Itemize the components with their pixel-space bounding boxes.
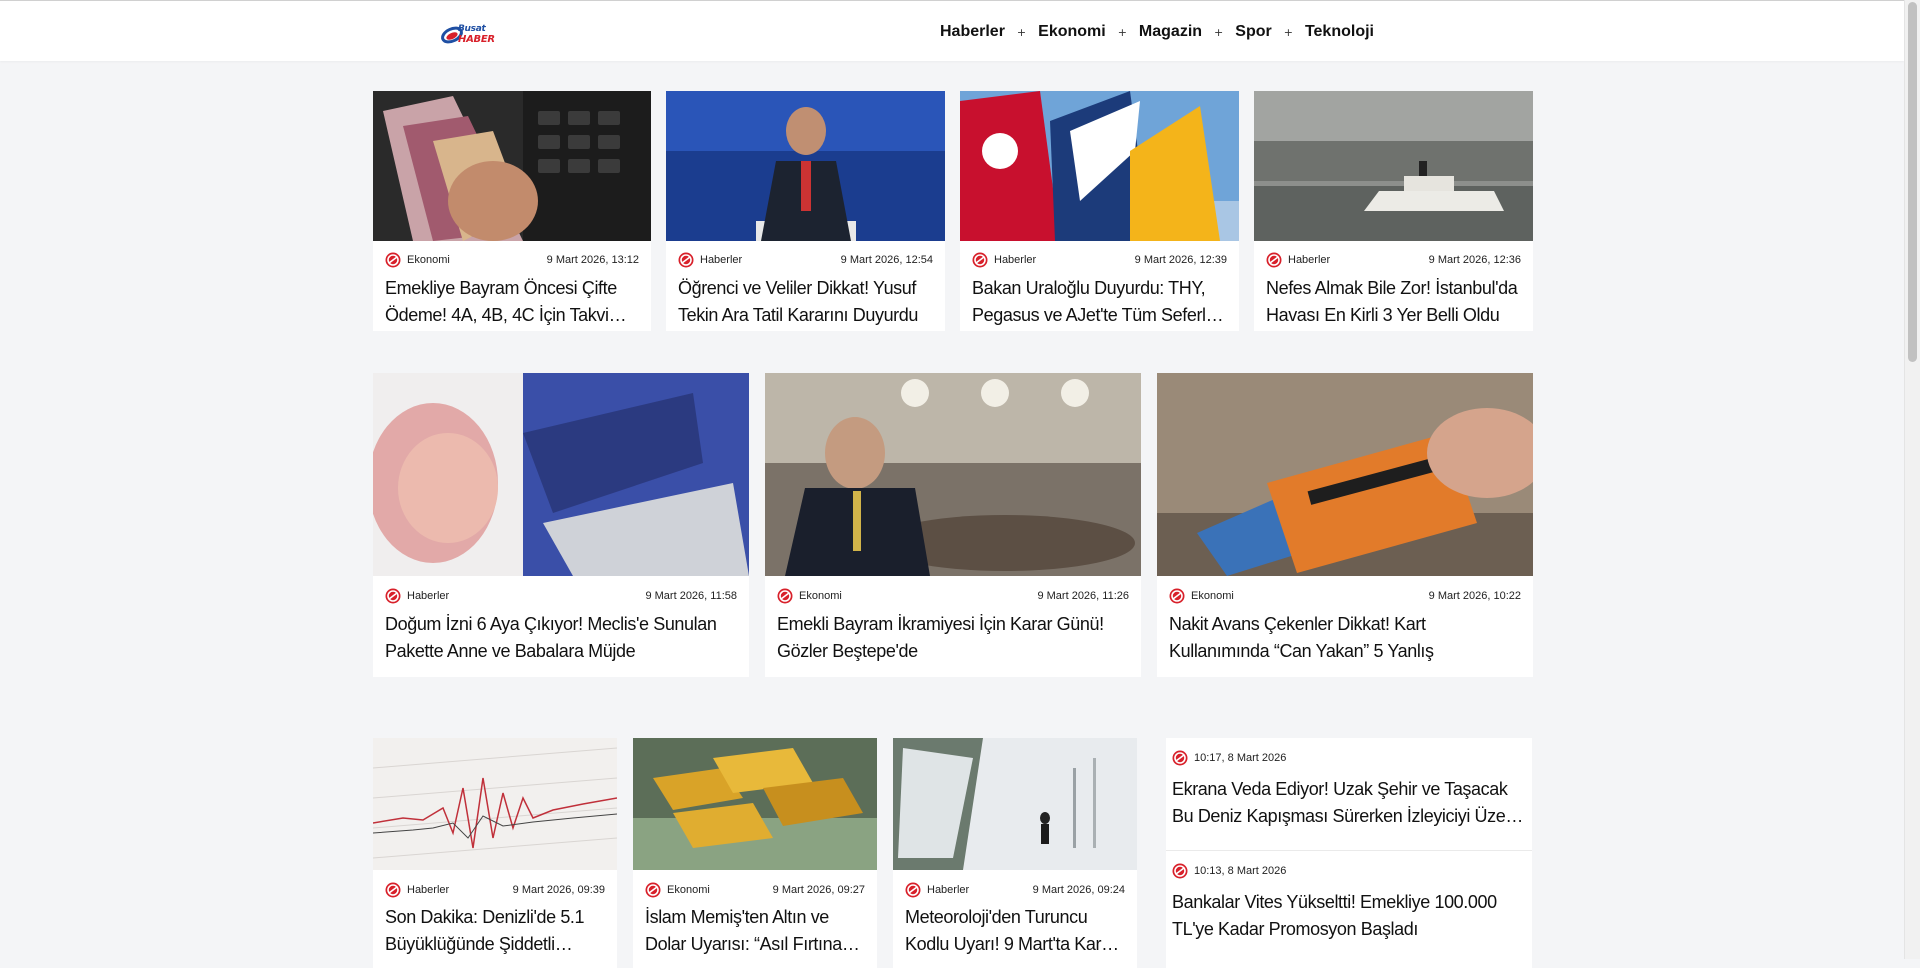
main-nav: Haberler + Ekonomi + Magazin + Spor + Te… xyxy=(940,21,1374,43)
nav-item-magazin[interactable]: Magazin xyxy=(1139,23,1202,41)
latest-news-list: 10:17, 8 Mart 2026 Ekrana Veda Ediyor! U… xyxy=(1166,738,1532,968)
card-date: 9 Mart 2026, 13:12 xyxy=(546,254,639,266)
news-card[interactable]: Ekonomi 9 Mart 2026, 13:12 Emekliye Bayr… xyxy=(373,91,651,331)
nav-separator: + xyxy=(1016,25,1027,39)
card-category: Ekonomi xyxy=(667,884,710,896)
card-category: Ekonomi xyxy=(799,590,842,602)
category-logo-icon xyxy=(777,588,793,604)
category-logo-icon xyxy=(1169,588,1185,604)
list-item-title[interactable]: Ekrana Veda Ediyor! Uzak Şehir ve Taşaca… xyxy=(1172,776,1524,830)
card-category: Haberler xyxy=(927,884,970,896)
list-item-title[interactable]: Bankalar Vites Yükseltti! Emekliye 100.0… xyxy=(1172,889,1524,943)
scrollbar-thumb[interactable] xyxy=(1908,2,1917,362)
news-card[interactable]: Ekonomi 9 Mart 2026, 10:22 Nakit Avans Ç… xyxy=(1157,373,1533,677)
card-title[interactable]: Son Dakika: Denizli'de 5.1 Büyüklüğünde … xyxy=(385,904,605,958)
card-title[interactable]: Doğum İzni 6 Aya Çıkıyor! Meclis'e Sunul… xyxy=(385,611,737,665)
card-title[interactable]: Bakan Uraloğlu Duyurdu: THY, Pegasus ve … xyxy=(972,275,1227,329)
nav-separator: + xyxy=(1117,25,1127,39)
list-item-date: 10:13, 8 Mart 2026 xyxy=(1194,865,1287,877)
minister-podium-photo xyxy=(666,91,945,241)
card-meta: Ekonomi 9 Mart 2026, 13:12 xyxy=(385,251,639,269)
list-item[interactable]: 10:13, 8 Mart 2026 Bankalar Vites Yüksel… xyxy=(1166,851,1532,968)
card-meta: Ekonomi 9 Mart 2026, 10:22 xyxy=(1169,587,1521,605)
category-logo-icon xyxy=(385,882,401,898)
site-logo[interactable]: Busat HABER xyxy=(428,7,518,61)
news-card[interactable]: Haberler 9 Mart 2026, 12:54 Öğrenci ve V… xyxy=(666,91,945,331)
snowy-forest-photo xyxy=(893,738,1137,870)
logo-text-bottom: HABER xyxy=(458,34,495,45)
card-meta: Ekonomi 9 Mart 2026, 09:27 xyxy=(645,881,865,899)
nav-separator: + xyxy=(1214,25,1224,39)
cabinet-meeting-photo xyxy=(765,373,1141,576)
card-category: Haberler xyxy=(700,254,743,266)
nav-item-ekonomi[interactable]: Ekonomi xyxy=(1038,23,1106,41)
category-logo-icon xyxy=(645,882,661,898)
news-card[interactable]: Haberler 9 Mart 2026, 11:58 Doğum İzni 6… xyxy=(373,373,749,677)
card-date: 9 Mart 2026, 11:26 xyxy=(1037,590,1129,602)
card-category: Haberler xyxy=(407,884,450,896)
news-card[interactable]: Ekonomi 9 Mart 2026, 11:26 Emekli Bayram… xyxy=(765,373,1141,677)
news-card[interactable]: Haberler 9 Mart 2026, 09:24 Meteoroloji'… xyxy=(893,738,1137,968)
news-card[interactable]: Ekonomi 9 Mart 2026, 09:27 İslam Memiş't… xyxy=(633,738,877,968)
card-title[interactable]: İslam Memiş'ten Altın ve Dolar Uyarısı: … xyxy=(645,904,865,958)
card-date: 9 Mart 2026, 11:58 xyxy=(645,590,737,602)
category-logo-icon xyxy=(905,882,921,898)
card-meta: Haberler 9 Mart 2026, 09:24 xyxy=(905,881,1125,899)
card-title[interactable]: Emekli Bayram İkramiyesi İçin Karar Günü… xyxy=(777,611,1129,665)
nav-item-teknoloji[interactable]: Teknoloji xyxy=(1305,23,1374,41)
logo-text-top: Busat xyxy=(458,24,486,34)
news-card[interactable]: Haberler 9 Mart 2026, 12:39 Bakan Uraloğ… xyxy=(960,91,1239,331)
gold-bars-photo xyxy=(633,738,877,870)
card-title[interactable]: Nakit Avans Çekenler Dikkat! Kart Kullan… xyxy=(1169,611,1521,665)
card-meta: Haberler 9 Mart 2026, 12:54 xyxy=(678,251,933,269)
category-logo-icon xyxy=(972,252,988,268)
card-meta: Haberler 9 Mart 2026, 09:39 xyxy=(385,881,605,899)
pregnant-calculator-photo xyxy=(373,373,749,576)
card-category: Haberler xyxy=(1288,254,1331,266)
category-logo-icon xyxy=(1266,252,1282,268)
card-meta: Ekonomi 9 Mart 2026, 11:26 xyxy=(777,587,1129,605)
airline-tails-photo xyxy=(960,91,1239,241)
card-date: 9 Mart 2026, 09:27 xyxy=(772,884,865,896)
category-logo-icon xyxy=(385,252,401,268)
card-title[interactable]: Emekliye Bayram Öncesi Çifte Ödeme! 4A, … xyxy=(385,275,639,329)
category-logo-icon xyxy=(1172,863,1188,879)
card-category: Haberler xyxy=(994,254,1037,266)
card-meta: Haberler 9 Mart 2026, 12:39 xyxy=(972,251,1227,269)
news-card[interactable]: Haberler 9 Mart 2026, 12:36 Nefes Almak … xyxy=(1254,91,1533,331)
list-item-meta: 10:17, 8 Mart 2026 xyxy=(1172,750,1286,766)
card-meta: Haberler 9 Mart 2026, 12:36 xyxy=(1266,251,1521,269)
page-scrollbar[interactable] xyxy=(1904,0,1920,959)
list-item[interactable]: 10:17, 8 Mart 2026 Ekrana Veda Ediyor! U… xyxy=(1166,738,1532,850)
card-date: 9 Mart 2026, 09:24 xyxy=(1032,884,1125,896)
category-logo-icon xyxy=(1172,750,1188,766)
card-title[interactable]: Nefes Almak Bile Zor! İstanbul'da Havası… xyxy=(1266,275,1521,329)
card-title[interactable]: Meteoroloji'den Turuncu Kodlu Uyarı! 9 M… xyxy=(905,904,1125,958)
category-logo-icon xyxy=(385,588,401,604)
nav-item-spor[interactable]: Spor xyxy=(1235,23,1271,41)
money-calculator-photo xyxy=(373,91,651,241)
card-date: 9 Mart 2026, 10:22 xyxy=(1428,590,1521,602)
card-date: 9 Mart 2026, 12:39 xyxy=(1134,254,1227,266)
category-logo-icon xyxy=(678,252,694,268)
card-date: 9 Mart 2026, 09:39 xyxy=(512,884,605,896)
list-item-meta: 10:13, 8 Mart 2026 xyxy=(1172,863,1286,879)
card-category: Haberler xyxy=(407,590,450,602)
card-title[interactable]: Öğrenci ve Veliler Dikkat! Yusuf Tekin A… xyxy=(678,275,933,329)
nav-item-haberler[interactable]: Haberler xyxy=(940,23,1005,41)
card-meta: Haberler 9 Mart 2026, 11:58 xyxy=(385,587,737,605)
seismograph-photo xyxy=(373,738,617,870)
news-card[interactable]: Haberler 9 Mart 2026, 09:39 Son Dakika: … xyxy=(373,738,617,968)
card-date: 9 Mart 2026, 12:54 xyxy=(840,254,933,266)
list-item-date: 10:17, 8 Mart 2026 xyxy=(1194,752,1287,764)
bosphorus-ferry-photo xyxy=(1254,91,1533,241)
credit-card-photo xyxy=(1157,373,1533,576)
card-date: 9 Mart 2026, 12:36 xyxy=(1428,254,1521,266)
nav-separator: + xyxy=(1283,25,1293,39)
site-header: Busat HABER Haberler + Ekonomi + Magazin… xyxy=(0,0,1904,61)
card-category: Ekonomi xyxy=(1191,590,1234,602)
card-category: Ekonomi xyxy=(407,254,450,266)
